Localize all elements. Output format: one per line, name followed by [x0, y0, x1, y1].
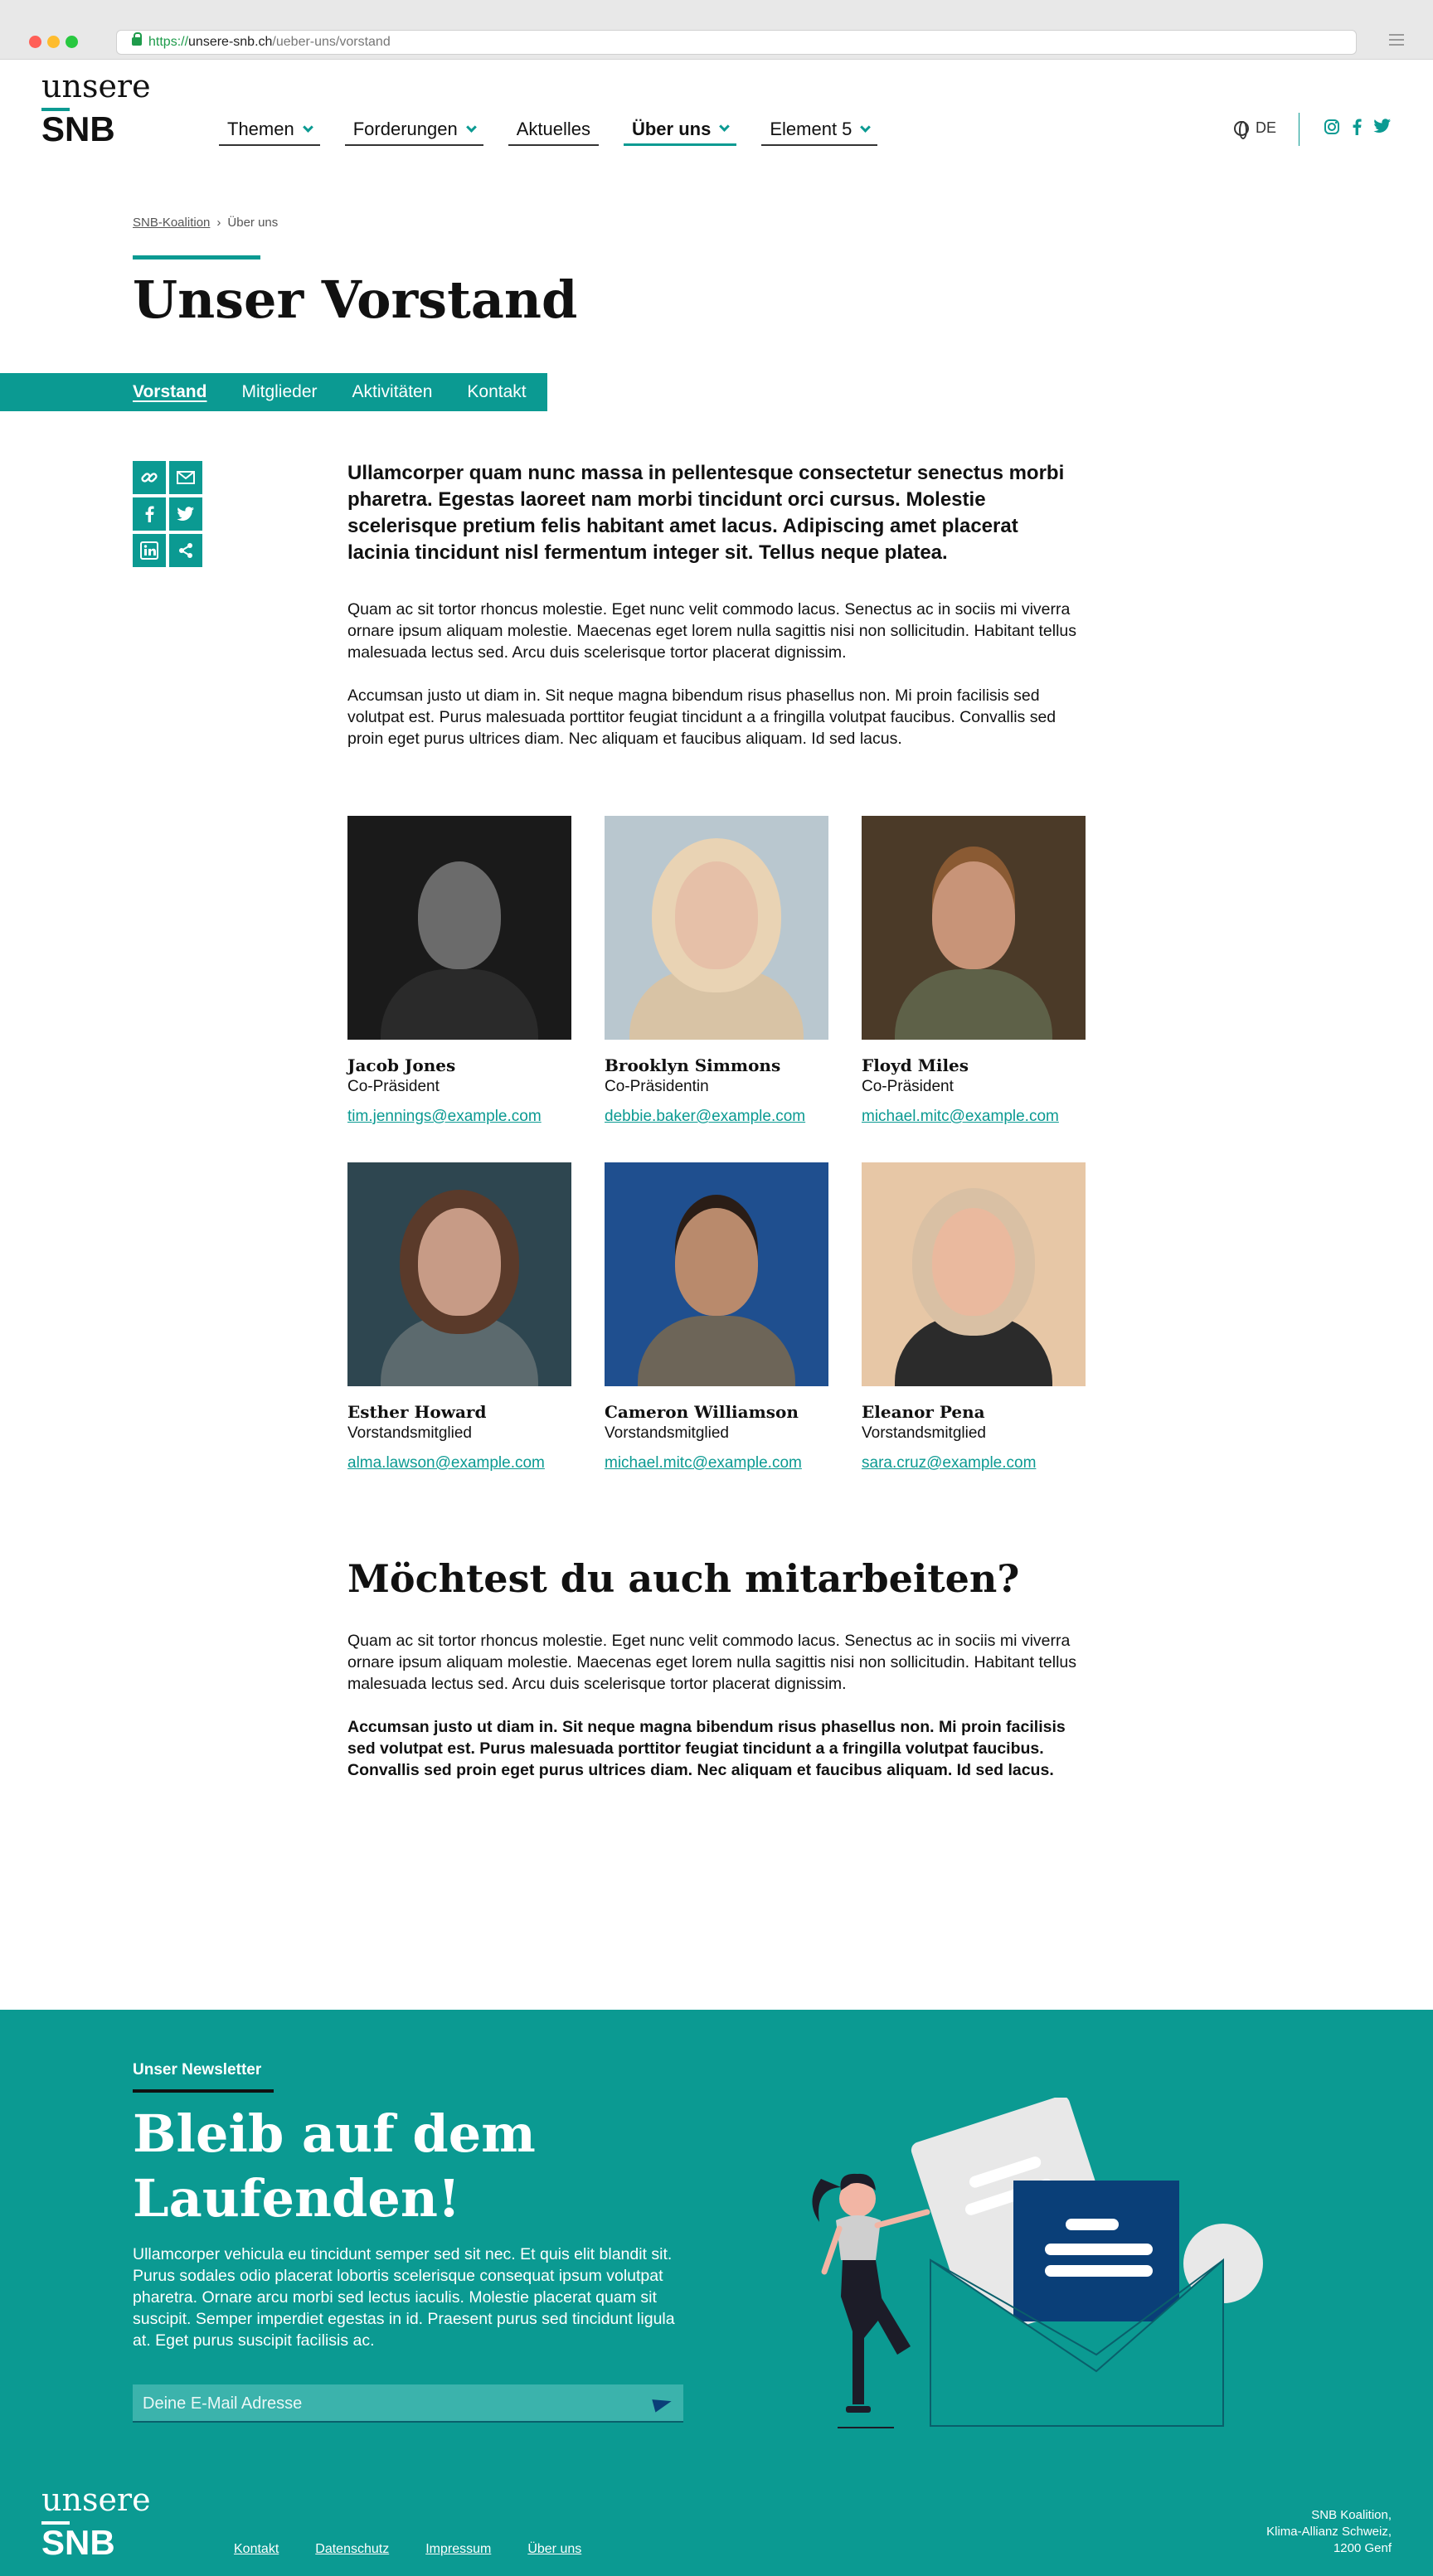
team-card: Cameron Williamson Vorstandsmitglied mic…: [605, 1162, 828, 1474]
newsletter-email-input[interactable]: Deine E-Mail Adresse: [133, 2384, 683, 2423]
newsletter-text: Ullamcorper vehicula eu tincidunt semper…: [133, 2245, 675, 2350]
breadcrumb-separator: ›: [216, 216, 221, 230]
mail-icon[interactable]: [169, 461, 202, 494]
portrait-photo: [862, 1162, 1086, 1386]
member-role: Vorstandsmitglied: [862, 1424, 986, 1442]
member-email-link[interactable]: michael.mitc@example.com: [862, 1106, 1059, 1128]
browser-chrome: https://unsere-snb.ch/ueber-uns/vorstand: [0, 0, 1433, 60]
member-email-link[interactable]: sara.cruz@example.com: [862, 1453, 1036, 1474]
twitter-icon[interactable]: [169, 497, 202, 531]
newsletter-kicker: Unser Newsletter: [133, 2061, 262, 2079]
share-icon[interactable]: [169, 534, 202, 567]
member-name: Esther Howard: [347, 1402, 487, 1422]
facebook-icon[interactable]: [133, 497, 166, 531]
member-role: Co-Präsidentin: [605, 1078, 709, 1095]
nav-item-element-5[interactable]: Element 5: [761, 118, 878, 146]
newsletter-title: Bleib auf dem Laufenden!: [133, 2103, 536, 2229]
team-card: Jacob Jones Co-Präsident tim.jennings@ex…: [347, 816, 571, 1128]
member-email-link[interactable]: michael.mitc@example.com: [605, 1453, 802, 1474]
member-name: Brooklyn Simmons: [605, 1055, 781, 1075]
close-window-button[interactable]: [29, 36, 41, 48]
footer-logo[interactable]: unsere SNB: [41, 2483, 151, 2561]
instagram-icon[interactable]: [1324, 119, 1340, 135]
team-card: Brooklyn Simmons Co-Präsidentin debbie.b…: [605, 816, 828, 1128]
main-nav: Themen Forderungen Aktuelles Über uns El…: [219, 118, 878, 146]
footer-link-impressum[interactable]: Impressum: [425, 2542, 491, 2557]
sub-navigation: Vorstand Mitglieder Aktivitäten Kontakt: [0, 373, 547, 411]
nav-item-aktuelles[interactable]: Aktuelles: [508, 118, 599, 146]
title-accent-bar: [133, 255, 260, 260]
member-role: Vorstandsmitglied: [605, 1424, 729, 1442]
chevron-down-icon: [719, 121, 731, 132]
portrait-photo: [347, 1162, 571, 1386]
chevron-down-icon: [302, 121, 313, 133]
nav-item-ueber-uns[interactable]: Über uns: [623, 118, 737, 146]
team-card: Floyd Miles Co-Präsident michael.mitc@ex…: [862, 816, 1086, 1128]
member-name: Eleanor Pena: [862, 1402, 985, 1422]
portrait-photo: [605, 1162, 828, 1386]
facebook-icon[interactable]: [1352, 119, 1362, 135]
chevron-down-icon: [465, 121, 477, 133]
tab-mitglieder[interactable]: Mitglieder: [241, 382, 317, 402]
breadcrumb-current: Über uns: [227, 216, 279, 230]
site-logo[interactable]: unsere SNB: [41, 70, 151, 148]
footer-address: SNB Koalition, Klima-Allianz Schweiz, 12…: [1266, 2508, 1392, 2555]
member-role: Co-Präsident: [862, 1078, 954, 1095]
intro-paragraph-1: Quam ac sit tortor rhoncus molestie. Ege…: [347, 600, 1077, 662]
member-name: Cameron Williamson: [605, 1402, 799, 1422]
nav-item-forderungen[interactable]: Forderungen: [344, 118, 483, 146]
member-email-link[interactable]: alma.lawson@example.com: [347, 1453, 545, 1474]
browser-menu-icon[interactable]: [1389, 34, 1404, 46]
nav-item-themen[interactable]: Themen: [219, 118, 320, 146]
portrait-photo: [605, 816, 828, 1040]
footer-link-ueber-uns[interactable]: Über uns: [527, 2542, 581, 2557]
page-title: Unser Vorstand: [133, 269, 578, 330]
tab-kontakt[interactable]: Kontakt: [467, 382, 526, 402]
tab-aktivitaeten[interactable]: Aktivitäten: [352, 382, 433, 402]
breadcrumb: SNB-Koalition › Über uns: [133, 216, 278, 230]
globe-icon: [1234, 120, 1249, 139]
language-switcher[interactable]: DE: [1234, 119, 1276, 139]
footer-links: Kontakt Datenschutz Impressum Über uns: [234, 2542, 581, 2557]
portrait-photo: [347, 816, 571, 1040]
chevron-down-icon: [860, 121, 872, 133]
member-name: Jacob Jones: [347, 1055, 456, 1075]
twitter-icon[interactable]: [1373, 119, 1392, 133]
footer-link-datenschutz[interactable]: Datenschutz: [315, 2542, 389, 2557]
link-icon[interactable]: [133, 461, 166, 494]
intro-paragraph-2: Accumsan justo ut diam in. Sit neque mag…: [347, 686, 1057, 748]
team-card: Eleanor Pena Vorstandsmitglied sara.cruz…: [862, 1162, 1086, 1474]
member-email-link[interactable]: tim.jennings@example.com: [347, 1106, 542, 1128]
tab-vorstand[interactable]: Vorstand: [133, 382, 206, 402]
minimize-window-button[interactable]: [47, 36, 60, 48]
join-paragraph-2: Accumsan justo ut diam in. Sit neque mag…: [347, 1718, 1066, 1779]
join-heading: Möchtest du auch mitarbeiten?: [347, 1556, 1020, 1601]
join-paragraph-1: Quam ac sit tortor rhoncus molestie. Ege…: [347, 1632, 1077, 1693]
member-role: Vorstandsmitglied: [347, 1424, 472, 1442]
team-card: Esther Howard Vorstandsmitglied alma.law…: [347, 1162, 571, 1474]
maximize-window-button[interactable]: [66, 36, 78, 48]
lead-paragraph: Ullamcorper quam nunc massa in pellentes…: [347, 462, 1065, 564]
portrait-photo: [862, 816, 1086, 1040]
kicker-underline: [133, 2089, 274, 2093]
breadcrumb-home-link[interactable]: SNB-Koalition: [133, 216, 210, 230]
member-email-link[interactable]: debbie.baker@example.com: [605, 1106, 805, 1128]
lock-icon: [132, 32, 142, 46]
member-name: Floyd Miles: [862, 1055, 969, 1075]
footer-link-kontakt[interactable]: Kontakt: [234, 2542, 279, 2557]
address-bar[interactable]: https://unsere-snb.ch/ueber-uns/vorstand: [116, 30, 1357, 55]
newsletter-illustration: [812, 2098, 1263, 2428]
member-role: Co-Präsident: [347, 1078, 440, 1095]
send-icon[interactable]: [652, 2394, 673, 2413]
linkedin-icon[interactable]: [133, 534, 166, 567]
